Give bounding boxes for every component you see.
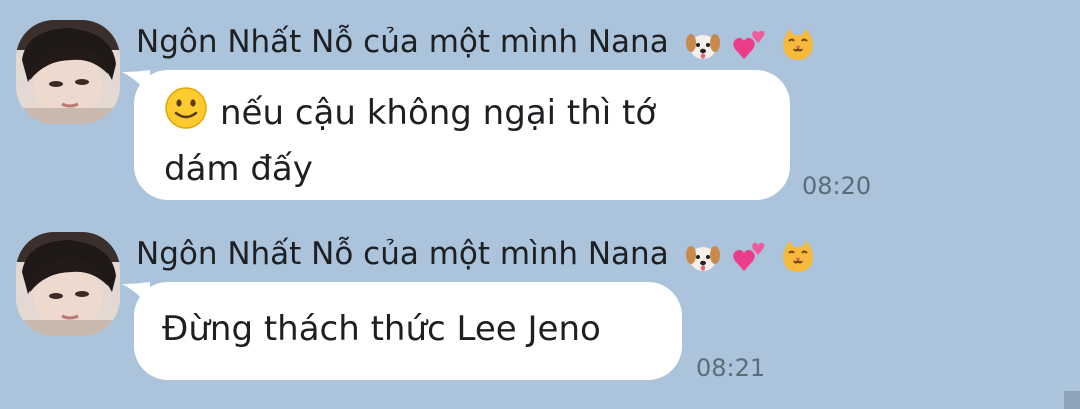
sender-emojis bbox=[685, 236, 819, 276]
scrollbar-corner bbox=[1064, 391, 1080, 409]
message-text-line-2: dám đấy bbox=[164, 149, 313, 189]
cat-face-emoji bbox=[783, 241, 814, 272]
message-text-line-1: nếu cậu không ngại thì tớ bbox=[220, 93, 657, 133]
message-time: 08:21 bbox=[696, 354, 766, 382]
slightly-smiling-face-emoji bbox=[164, 86, 208, 144]
sender-name-text: Ngôn Nhất Nỗ của một mình Nana bbox=[136, 236, 669, 272]
sender-emojis bbox=[685, 24, 819, 64]
sender-name: Ngôn Nhất Nỗ của một mình Nana bbox=[136, 234, 818, 276]
cat-face-emoji bbox=[783, 29, 814, 60]
two-hearts-emoji bbox=[733, 30, 765, 59]
message-1: Ngôn Nhất Nỗ của một mình Nana nếu cậu k… bbox=[0, 0, 1080, 210]
message-2: Ngôn Nhất Nỗ của một mình Nana Đừng thác… bbox=[0, 210, 1080, 409]
two-hearts-emoji bbox=[733, 242, 765, 271]
dog-face-emoji bbox=[685, 34, 720, 59]
message-text: Đừng thách thức Lee Jeno bbox=[162, 309, 601, 349]
dog-face-emoji bbox=[685, 246, 720, 271]
sender-name: Ngôn Nhất Nỗ của một mình Nana bbox=[136, 22, 818, 64]
sender-avatar[interactable] bbox=[16, 20, 120, 124]
sender-name-text: Ngôn Nhất Nỗ của một mình Nana bbox=[136, 24, 669, 60]
message-bubble[interactable]: nếu cậu không ngại thì tớ dám đấy bbox=[134, 70, 790, 200]
chat-screen: { "messages": [ { "sender": "Ngôn Nhất N… bbox=[0, 0, 1080, 409]
sender-avatar[interactable] bbox=[16, 232, 120, 336]
message-time: 08:20 bbox=[802, 172, 872, 200]
message-bubble[interactable]: Đừng thách thức Lee Jeno bbox=[134, 282, 682, 380]
message-text: nếu cậu không ngại thì tớ dám đấy bbox=[164, 86, 760, 194]
